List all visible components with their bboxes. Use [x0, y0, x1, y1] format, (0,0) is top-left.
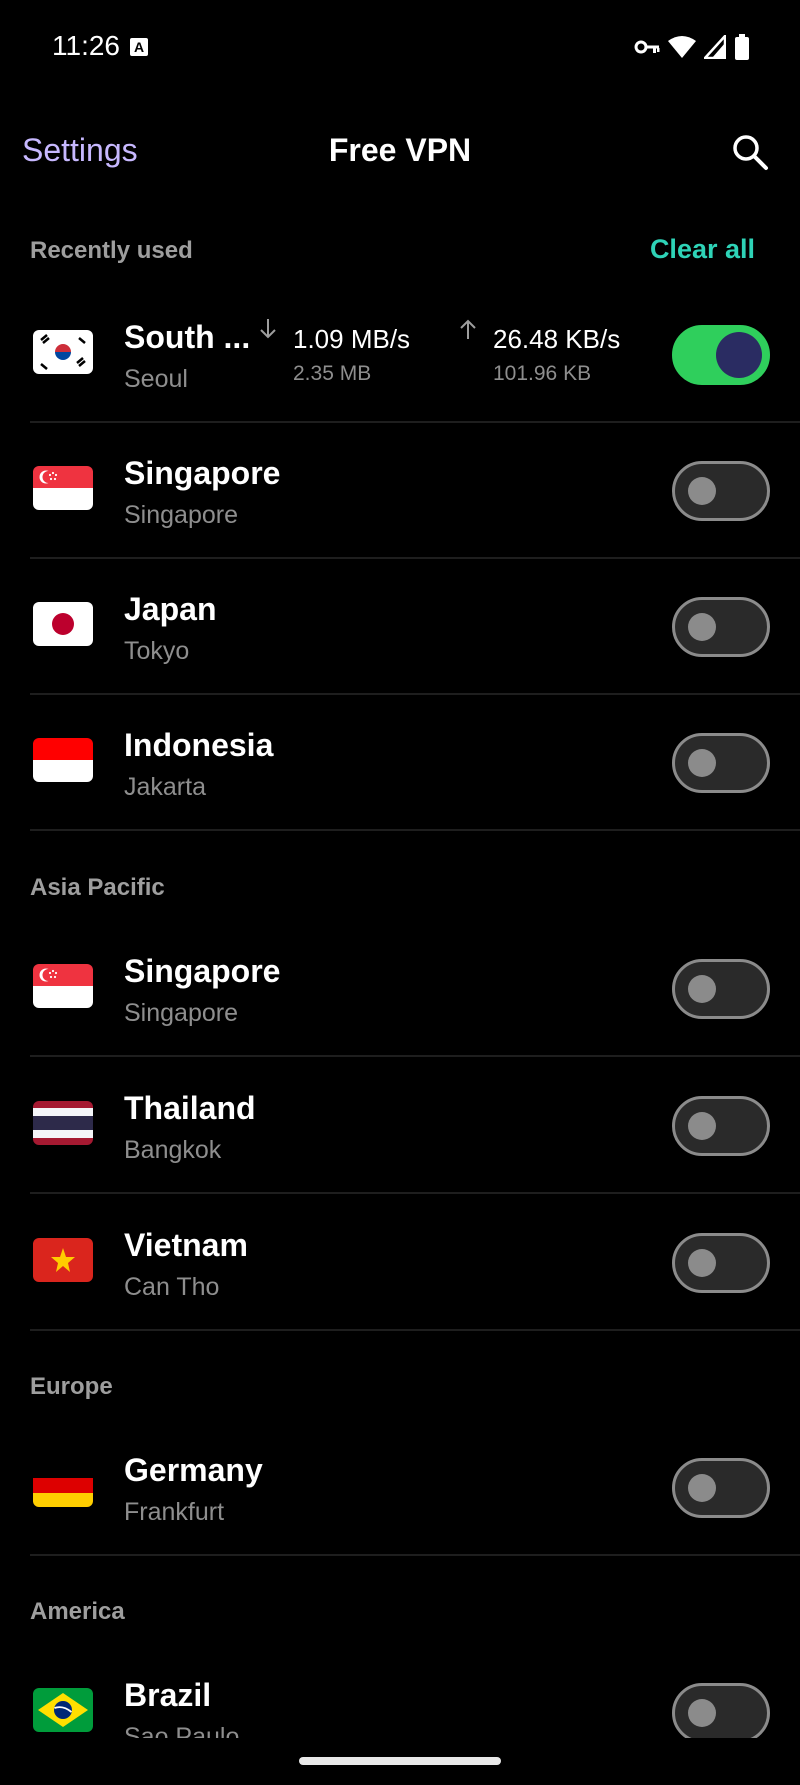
app-header: Settings Free VPN: [0, 96, 800, 206]
toggle-knob: [716, 332, 762, 378]
server-row-vietnam[interactable]: Vietnam Can Tho: [0, 1195, 800, 1331]
vpn-key-icon: [634, 40, 660, 54]
connect-toggle[interactable]: [672, 1096, 770, 1156]
country-name: South ...: [124, 319, 251, 355]
section-label: America: [30, 1598, 125, 1625]
section-asia-pacific: Asia Pacific: [0, 859, 800, 919]
city-name: Frankfurt: [124, 1498, 225, 1526]
city-name: Tokyo: [124, 637, 190, 665]
connect-toggle[interactable]: [672, 959, 770, 1019]
download-total: 2.35 MB: [293, 362, 372, 385]
toggle-knob: [688, 613, 716, 641]
city-name: Jakarta: [124, 773, 206, 801]
toggle-knob: [688, 975, 716, 1003]
germany-flag-icon: [33, 1463, 93, 1507]
arrow-up-icon: [460, 319, 476, 339]
toggle-knob: [688, 749, 716, 777]
country-name: Japan: [124, 591, 217, 627]
server-row-japan[interactable]: Japan Tokyo: [0, 559, 800, 695]
city-name: Can Tho: [124, 1273, 220, 1301]
divider: [30, 829, 800, 831]
toggle-knob: [688, 1112, 716, 1140]
city-name: Singapore: [124, 999, 238, 1027]
country-name: Germany: [124, 1452, 263, 1488]
section-recently-used: Recently used Clear all: [0, 222, 800, 282]
section-europe: Europe: [0, 1358, 800, 1418]
divider: [30, 1554, 800, 1556]
search-icon[interactable]: [730, 132, 770, 172]
section-label: Recently used: [30, 237, 193, 264]
connect-toggle[interactable]: [672, 325, 770, 385]
connect-toggle[interactable]: [672, 1233, 770, 1293]
server-row-germany[interactable]: Germany Frankfurt: [0, 1420, 800, 1556]
divider: [30, 1055, 800, 1057]
toggle-knob: [688, 1249, 716, 1277]
city-name: Singapore: [124, 501, 238, 529]
battery-icon: [735, 34, 749, 60]
connect-toggle[interactable]: [672, 1458, 770, 1518]
status-time: 11:26: [52, 30, 120, 61]
divider: [30, 1329, 800, 1331]
japan-flag-icon: [33, 602, 93, 646]
country-name: Thailand: [124, 1090, 256, 1126]
wifi-icon: [668, 36, 696, 58]
connect-toggle[interactable]: [672, 1683, 770, 1743]
singapore-flag-icon: [33, 964, 93, 1008]
country-name: Vietnam: [124, 1227, 248, 1263]
arrow-down-icon: [260, 319, 276, 339]
section-label: Europe: [30, 1373, 113, 1400]
page-title: Free VPN: [328, 132, 472, 168]
country-name: Singapore: [124, 455, 281, 491]
server-row-singapore[interactable]: Singapore Singapore: [0, 423, 800, 559]
toggle-knob: [688, 1699, 716, 1727]
indonesia-flag-icon: [33, 738, 93, 782]
section-america: America: [0, 1583, 800, 1643]
city-name: Bangkok: [124, 1136, 222, 1164]
server-row-singapore[interactable]: Singapore Singapore: [0, 921, 800, 1057]
country-name: Brazil: [124, 1677, 212, 1713]
connect-toggle[interactable]: [672, 733, 770, 793]
brazil-flag-icon: [33, 1688, 93, 1732]
vietnam-flag-icon: [33, 1238, 93, 1282]
connect-toggle[interactable]: [672, 461, 770, 521]
keyboard-a-icon: A: [130, 38, 148, 56]
connect-toggle[interactable]: [672, 597, 770, 657]
country-name: Indonesia: [124, 727, 274, 763]
cell-signal-icon: [704, 35, 726, 59]
south-korea-flag-icon: [33, 330, 93, 374]
country-name: Singapore: [124, 953, 281, 989]
toggle-knob: [688, 477, 716, 505]
clear-all-button[interactable]: Clear all: [650, 234, 755, 265]
toggle-knob: [688, 1474, 716, 1502]
status-bar: 11:26 A: [0, 0, 800, 96]
status-icons: [634, 34, 750, 60]
home-indicator[interactable]: [299, 1757, 501, 1765]
upload-total: 101.96 KB: [493, 362, 592, 385]
city-name: Seoul: [124, 365, 188, 393]
section-label: Asia Pacific: [30, 874, 165, 901]
thailand-flag-icon: [33, 1101, 93, 1145]
upload-speed: 26.48 KB/s: [493, 324, 621, 354]
singapore-flag-icon: [33, 466, 93, 510]
server-row-thailand[interactable]: Thailand Bangkok: [0, 1058, 800, 1194]
server-row-indonesia[interactable]: Indonesia Jakarta: [0, 695, 800, 831]
download-speed: 1.09 MB/s: [293, 324, 411, 354]
server-row-south-korea[interactable]: South ... Seoul 1.09 MB/s 2.35 MB 26.48 …: [0, 287, 800, 423]
divider: [30, 1192, 800, 1194]
